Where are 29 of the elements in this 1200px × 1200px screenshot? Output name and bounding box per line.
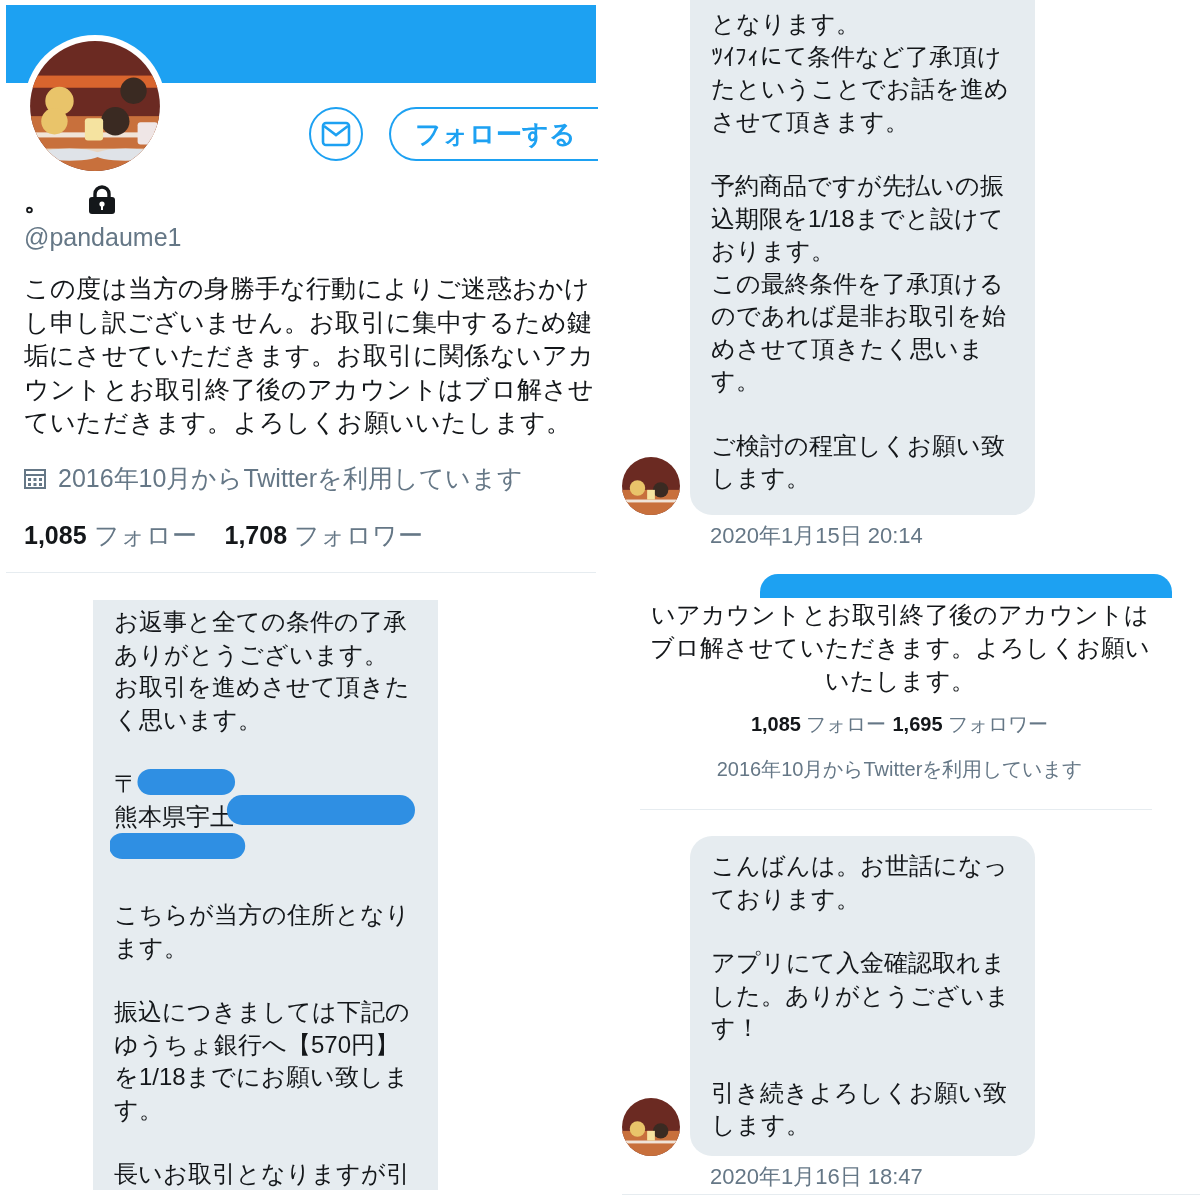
user-handle: @pandaume1 xyxy=(23,223,183,252)
profile-bio: この度は当方の身勝手な行動によりご迷惑おかけし申し訳ございません。お取引に集中するため鍵垢にさせていただきます。お取引に関係ないアカウントとお取引終了後のアカウントはブロ解させていただきます。よろしくお願いいたします。 xyxy=(24,273,596,438)
message-text: となります。 xyxy=(711,9,861,39)
message-text: こんばんは。お世話になっております。 xyxy=(711,851,1009,914)
message-text: 予約商品ですが先払いの振込期限を1/18までと設けております。 xyxy=(711,171,1005,266)
address-text: 〒 xyxy=(114,769,139,799)
message-text: 長いお取引となりますが引 xyxy=(114,1159,411,1189)
message-text: お取引を進めさせて頂きたく思います。 xyxy=(114,672,411,735)
calendar-icon xyxy=(24,467,46,489)
profile-stat[interactable]: 1,695 フォロワー xyxy=(892,711,1049,738)
profile-stat[interactable]: 1,708 フォロワー xyxy=(224,518,424,552)
message-text: 振込につきましては下記のゆうちょ銀行へ【570円】を1/18までにお願い致します。 xyxy=(114,997,411,1125)
message-text: アプリにて入金確認取れました。ありがとうございます！ xyxy=(711,948,1011,1043)
message-text: お返事と全ての条件の了承ありがとうございます。 xyxy=(114,607,408,670)
message-text: 引き続きよろしくお願い致します。 xyxy=(711,1077,1008,1140)
message-text: ご検討の程宜しくお願い致します。 xyxy=(711,430,1006,493)
profile-stat[interactable]: 1,085 フォロー xyxy=(24,518,197,552)
profile-bio: いアカウントとお取引終了後のアカウントはブロ解させていただきます。よろしくお願いいたします。 xyxy=(648,600,1152,696)
profile-stat[interactable]: 1,085 フォロー xyxy=(750,711,887,738)
message-text: この最終条件を了承頂けるのであれば是非お取引を始めさせて頂きたく思います。 xyxy=(711,268,1007,396)
message-text: ﾂｲﾌｨにて条件など了承頂けたということでお話を進めさせて頂きます。 xyxy=(711,41,1010,137)
message-timestamp: 2020年1月15日 20:14 xyxy=(710,521,924,550)
join-date: 2016年10月からTwitterを利用しています xyxy=(58,462,524,494)
message-button[interactable] xyxy=(309,107,363,161)
join-date: 2016年10月からTwitterを利用しています xyxy=(715,757,1084,782)
display-name: 。 xyxy=(24,187,50,215)
message-timestamp: 2020年1月16日 18:47 xyxy=(710,1162,924,1191)
envelope-icon xyxy=(321,121,351,147)
message-text: こちらが当方の住所となります。 xyxy=(114,900,411,963)
